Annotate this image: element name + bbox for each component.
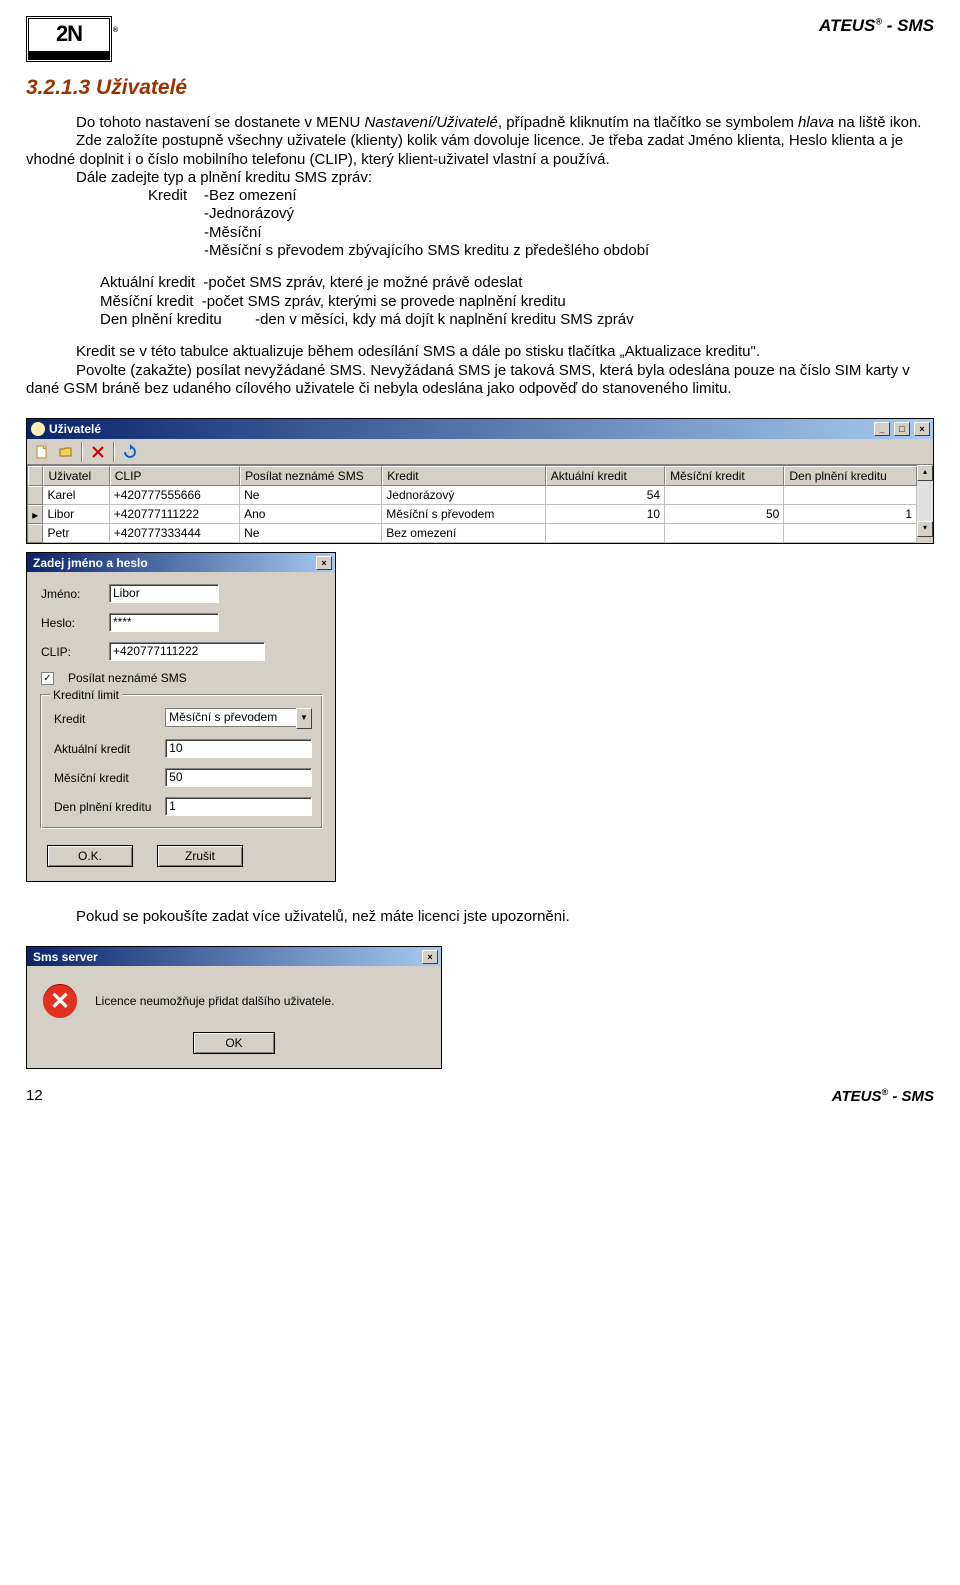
paragraph-3-lead: Dále zadejte typ a plnění kreditu SMS zp…: [26, 169, 934, 187]
col-header[interactable]: CLIP: [110, 466, 240, 486]
col-header[interactable]: Kredit: [382, 466, 545, 486]
table-row[interactable]: Petr +420777333444 Ne Bez omezení: [28, 524, 917, 543]
kredit-label: Kredit: [148, 187, 204, 260]
mesicni-kredit-label: Měsíční kredit: [54, 771, 157, 785]
col-header[interactable]: Den plnění kreditu: [784, 466, 917, 486]
mesicni-kredit-field[interactable]: 50: [165, 768, 312, 787]
window-title: Uživatelé: [49, 422, 101, 436]
dialog-title: Sms server: [33, 950, 98, 964]
col-header[interactable]: Uživatel: [43, 466, 109, 486]
col-header[interactable]: Posílat neznámé SMS: [240, 466, 382, 486]
registered-icon: ®: [113, 16, 117, 46]
name-label: Jméno:: [41, 587, 101, 601]
password-field[interactable]: ****: [109, 613, 219, 632]
close-button[interactable]: ×: [422, 950, 438, 964]
den-plneni-field[interactable]: 1: [165, 797, 312, 816]
user-edit-dialog: Zadej jméno a heslo × Jméno: Libor Heslo…: [26, 552, 336, 882]
delete-button[interactable]: [87, 441, 109, 463]
page-number: 12: [26, 1087, 43, 1105]
window-icon: [31, 422, 45, 436]
paragraph-5: Povolte (zakažte) posílat nevyžádané SMS…: [26, 362, 934, 399]
open-button[interactable]: [55, 441, 77, 463]
table-row[interactable]: Karel +420777555666 Ne Jednorázový 54: [28, 486, 917, 505]
error-message: Licence neumožňuje přidat dalšího uživat…: [95, 994, 334, 1008]
row-indicator: [28, 524, 43, 543]
aktualni-kredit-field[interactable]: 10: [165, 739, 312, 758]
subline: Aktuální kredit -počet SMS zpráv, které …: [100, 274, 934, 292]
clip-label: CLIP:: [41, 645, 101, 659]
after-dialog-text: Pokud se pokoušíte zadat více uživatelů,…: [26, 908, 934, 926]
users-grid[interactable]: Uživatel CLIP Posílat neznámé SMS Kredit…: [27, 465, 917, 543]
brand-logo: 2N ® TELEKOMUNIKACE: [26, 16, 112, 62]
refresh-button[interactable]: [119, 441, 141, 463]
brand-subtext: TELEKOMUNIKACE: [28, 52, 110, 60]
dialog-titlebar[interactable]: Zadej jméno a heslo ×: [27, 553, 335, 572]
send-unknown-label: Posílat neznámé SMS: [68, 671, 187, 685]
kredit-select[interactable]: Měsíční s převodem ▼: [165, 708, 312, 729]
users-titlebar[interactable]: Uživatelé _ □ ×: [27, 419, 933, 439]
clip-field[interactable]: +420777111222: [109, 642, 265, 661]
col-header[interactable]: Měsíční kredit: [665, 466, 784, 486]
ok-button[interactable]: OK: [193, 1032, 275, 1054]
brand-text: 2N: [56, 21, 82, 46]
dialog-titlebar[interactable]: Sms server ×: [27, 947, 441, 966]
credit-fieldset: Kreditní limit Kredit Měsíční s převodem…: [41, 695, 323, 829]
close-button[interactable]: ×: [914, 422, 930, 436]
name-field[interactable]: Libor: [109, 584, 219, 603]
fieldset-legend: Kreditní limit: [50, 688, 122, 702]
header-product: ATEUS® - SMS: [819, 16, 934, 36]
toolbar-separator: [81, 442, 83, 462]
vertical-scrollbar[interactable]: ▴ ▾: [917, 465, 933, 543]
toolbar: [27, 439, 933, 465]
kredit-opt: -Měsíční: [204, 224, 649, 242]
license-error-dialog: Sms server × ✕ Licence neumožňuje přidat…: [26, 946, 442, 1069]
subline: Měsíční kredit -počet SMS zpráv, kterými…: [100, 293, 934, 311]
close-button[interactable]: ×: [316, 556, 332, 570]
row-indicator: [28, 486, 43, 505]
table-row[interactable]: ▸ Libor +420777111222 Ano Měsíční s přev…: [28, 505, 917, 524]
send-unknown-checkbox[interactable]: ✓: [41, 672, 54, 685]
error-icon: ✕: [43, 984, 77, 1018]
kredit-label: Kredit: [54, 712, 157, 726]
section-heading: 3.2.1.3 Uživatelé: [26, 76, 934, 100]
paragraph-2: Zde založíte postupně všechny uživatele …: [26, 132, 934, 169]
maximize-button[interactable]: □: [894, 422, 910, 436]
row-indicator: ▸: [28, 505, 43, 524]
paragraph-1: Do tohoto nastavení se dostanete v MENU …: [26, 114, 934, 132]
kredit-opt: -Bez omezení: [204, 187, 649, 205]
cancel-button[interactable]: Zrušit: [157, 845, 243, 867]
users-window: Uživatelé _ □ × Uživatel CLIP Posílat ne…: [26, 418, 934, 544]
ok-button[interactable]: O.K.: [47, 845, 133, 867]
grid-corner: [28, 466, 43, 486]
chevron-down-icon[interactable]: ▼: [296, 708, 312, 729]
new-button[interactable]: [31, 441, 53, 463]
paragraph-4: Kredit se v této tabulce aktualizuje běh…: [26, 343, 934, 361]
dialog-title: Zadej jméno a heslo: [33, 556, 148, 570]
minimize-button[interactable]: _: [874, 422, 890, 436]
kredit-opt: -Měsíční s převodem zbývajícího SMS kred…: [204, 242, 649, 260]
den-plneni-label: Den plnění kreditu: [54, 800, 157, 814]
subline: Den plnění kreditu -den v měsíci, kdy má…: [100, 311, 934, 329]
footer-product: ATEUS® - SMS: [832, 1087, 934, 1105]
toolbar-separator: [113, 442, 115, 462]
kredit-opt: -Jednorázový: [204, 205, 649, 223]
password-label: Heslo:: [41, 616, 101, 630]
aktualni-kredit-label: Aktuální kredit: [54, 742, 157, 756]
col-header[interactable]: Aktuální kredit: [546, 466, 665, 486]
